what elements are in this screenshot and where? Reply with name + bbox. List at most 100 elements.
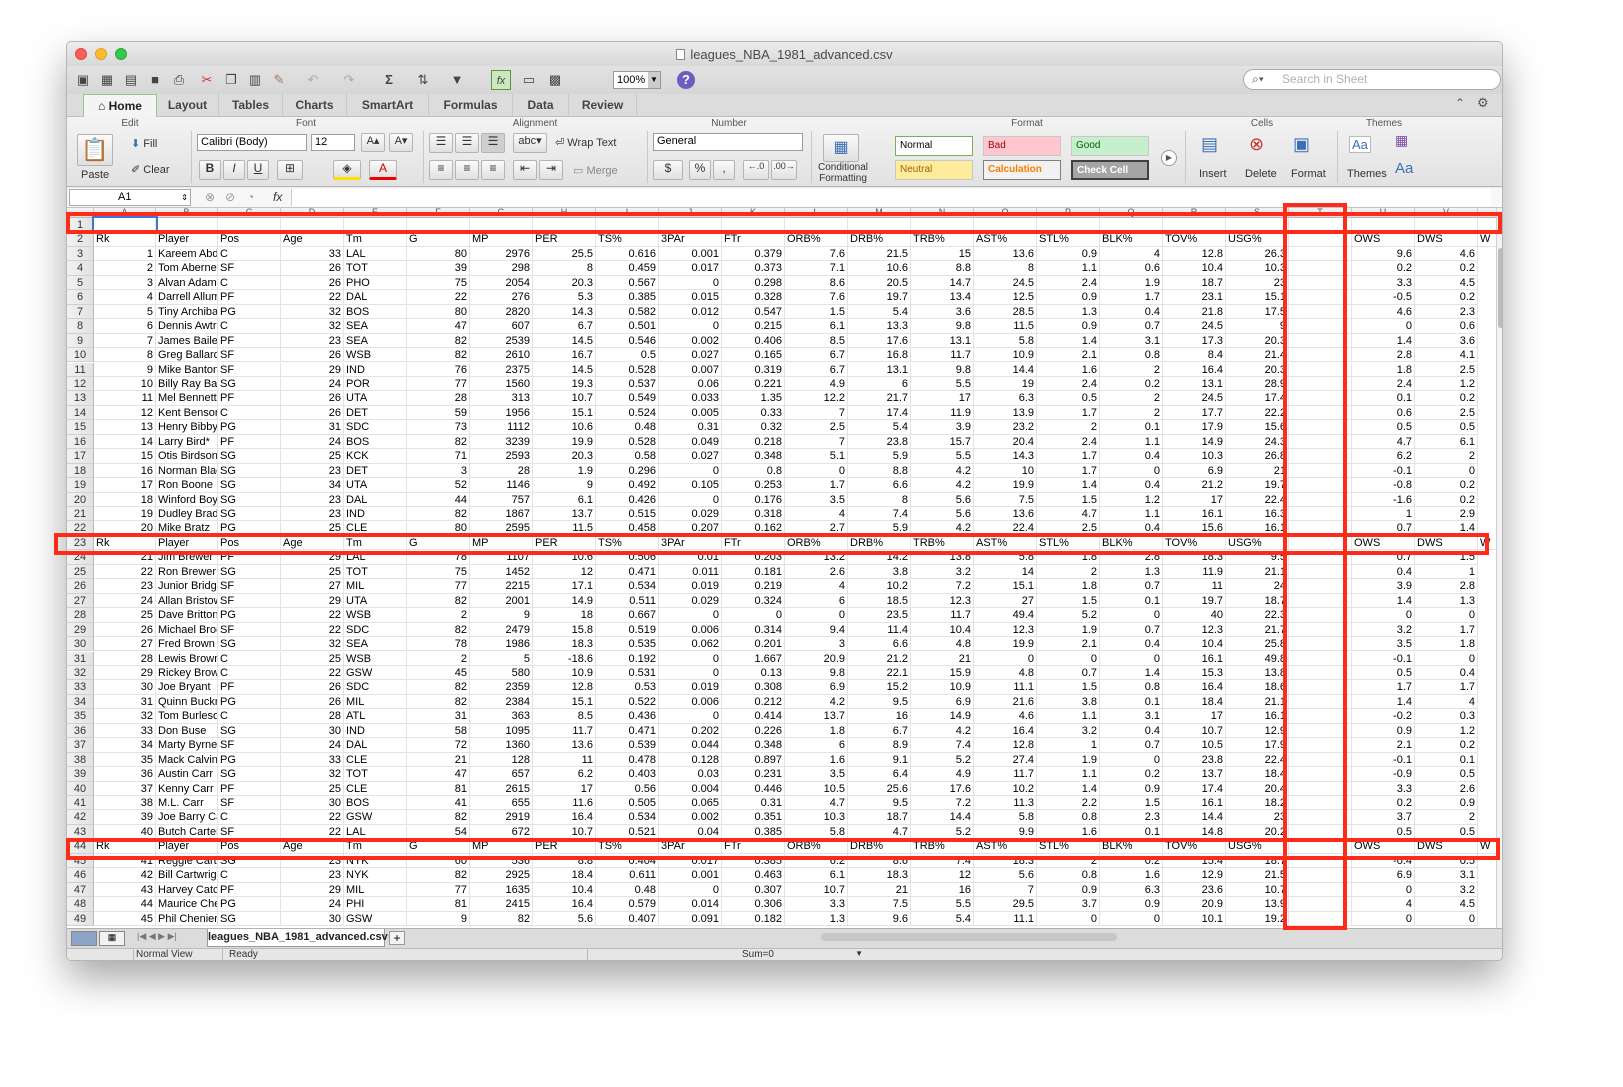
grid-cell[interactable]: 34 — [281, 478, 344, 493]
grid-cell[interactable]: 8.4 — [1163, 348, 1226, 363]
grid-cell[interactable]: 77 — [407, 579, 470, 594]
grid-cell[interactable] — [1289, 376, 1352, 392]
redo-icon[interactable]: ↷ — [339, 70, 359, 90]
grid-cell[interactable]: Don Buse — [156, 723, 218, 739]
header-cell[interactable]: USG% — [1226, 232, 1289, 247]
grid-cell[interactable]: 15.6 — [1163, 521, 1226, 536]
grid-cell[interactable]: PG — [218, 752, 281, 768]
grid-cell[interactable]: 15.4 — [1163, 853, 1226, 869]
grid-cell[interactable]: 0.4 — [1100, 521, 1163, 536]
grid-cell[interactable]: 10.4 — [1163, 637, 1226, 652]
grid-cell[interactable]: 0.319 — [722, 362, 785, 377]
grid-cell[interactable]: 6.9 — [1352, 868, 1415, 883]
borders-icon[interactable]: ⊞ — [277, 160, 303, 180]
grid-cell[interactable]: 13 — [94, 420, 156, 435]
grid-cell[interactable]: 3.7 — [1037, 897, 1100, 912]
grid-cell[interactable]: 25.8 — [1226, 637, 1289, 652]
grid-cell[interactable]: Rickey Brown — [156, 665, 218, 681]
grid-cell[interactable]: BOS — [344, 434, 407, 450]
row-header[interactable]: 24 — [67, 550, 94, 565]
grid-cell[interactable]: 3 — [407, 463, 470, 479]
grid-cell[interactable] — [1289, 738, 1352, 753]
grid-cell[interactable]: 0.1 — [1415, 752, 1478, 768]
grid-cell[interactable]: 21 — [848, 882, 911, 898]
grid-cell[interactable]: 0.4 — [1100, 449, 1163, 464]
grid-cell[interactable]: 14.3 — [974, 449, 1037, 464]
grid-cell[interactable]: 14.9 — [533, 593, 596, 609]
grid-cell[interactable]: 4.1 — [1415, 348, 1478, 363]
header-cell[interactable]: STL% — [1037, 535, 1100, 551]
grid-cell[interactable]: 1.1 — [1100, 434, 1163, 450]
grid-cell[interactable]: 21.7 — [848, 391, 911, 406]
grid-cell[interactable]: 19.9 — [974, 637, 1037, 652]
grid-cell[interactable]: 12.5 — [974, 290, 1037, 305]
grid-cell[interactable]: 1.4 — [1415, 521, 1478, 536]
grid-cell[interactable]: 9 — [1226, 319, 1289, 334]
row-header[interactable]: 6 — [67, 290, 94, 305]
grid-cell[interactable]: 0.9 — [1100, 897, 1163, 912]
grid-cell[interactable]: 14.5 — [533, 362, 596, 377]
grid-cell[interactable]: 29 — [94, 665, 156, 681]
grid-cell[interactable]: DAL — [344, 290, 407, 305]
grid-cell[interactable]: 1.4 — [1100, 665, 1163, 681]
grid-cell[interactable]: LAL — [344, 550, 407, 565]
new-icon[interactable]: ▣ — [73, 70, 93, 90]
grid-cell[interactable]: 1.8 — [1352, 362, 1415, 377]
header-cell[interactable]: STL% — [1037, 232, 1100, 247]
grid-cell[interactable]: 2001 — [470, 593, 533, 609]
grid-cell[interactable] — [156, 218, 218, 233]
sum-status[interactable]: Sum=0 ▼ — [587, 949, 867, 960]
grid-cell[interactable]: 26 — [94, 622, 156, 638]
grid-cell[interactable]: -0.4 — [1352, 853, 1415, 869]
grid-cell[interactable]: 0.011 — [659, 564, 722, 580]
grid-cell[interactable]: C — [218, 709, 281, 724]
grid-cell[interactable]: 0 — [659, 463, 722, 479]
row-header[interactable]: 25 — [67, 564, 94, 580]
grid-cell[interactable]: -0.5 — [1352, 290, 1415, 305]
grid-cell[interactable]: 1867 — [470, 507, 533, 522]
grid-cell[interactable]: -0.9 — [1352, 767, 1415, 782]
grid-cell[interactable] — [1289, 507, 1352, 522]
grid-cell[interactable]: 0.48 — [596, 882, 659, 898]
grid-cell[interactable]: 47 — [407, 319, 470, 334]
grid-cell[interactable]: 81 — [407, 897, 470, 912]
grid-cell[interactable]: 0.212 — [722, 694, 785, 710]
grid-cell[interactable]: 0.027 — [659, 449, 722, 464]
grid-cell[interactable]: 0.1 — [1100, 420, 1163, 435]
grid-cell[interactable]: 1.3 — [1100, 564, 1163, 580]
style-bad[interactable]: Bad — [983, 136, 1061, 156]
grid-cell[interactable]: 0.4 — [1415, 665, 1478, 681]
row-header[interactable]: 44 — [67, 839, 94, 854]
grid-cell[interactable]: 0.524 — [596, 405, 659, 421]
grid-cell[interactable]: 16.1 — [1226, 521, 1289, 536]
grid-cell[interactable]: 11.7 — [974, 767, 1037, 782]
grid-cell[interactable]: 25 — [281, 521, 344, 536]
grid-cell[interactable]: 23 — [281, 463, 344, 479]
grid-cell[interactable]: 0.3 — [1415, 709, 1478, 724]
grid-cell[interactable]: 4 — [1415, 694, 1478, 710]
grid-cell[interactable]: Bill Cartwright — [156, 868, 218, 883]
grid-cell[interactable]: 0.017 — [659, 853, 722, 869]
grid-cell[interactable]: Dudley Bradley — [156, 507, 218, 522]
header-cell[interactable]: Rk — [94, 232, 156, 247]
grid-cell[interactable] — [596, 218, 659, 233]
style-calculation[interactable]: Calculation — [983, 160, 1061, 180]
grid-cell[interactable]: 0 — [785, 463, 848, 479]
grid-cell[interactable]: 34 — [94, 738, 156, 753]
grid-cell[interactable]: 580 — [470, 665, 533, 681]
grid-cell[interactable]: SF — [218, 348, 281, 363]
grid-cell[interactable]: 24 — [281, 434, 344, 450]
grid-cell[interactable]: 12.9 — [1226, 723, 1289, 739]
grid-cell[interactable]: 1.7 — [1037, 405, 1100, 421]
grid-cell[interactable]: 0.4 — [1352, 564, 1415, 580]
conditional-formatting-button[interactable]: Conditional Formatting — [813, 162, 873, 184]
grid-cell[interactable]: 1.6 — [785, 752, 848, 768]
grid-cell[interactable]: 6.9 — [1163, 463, 1226, 479]
grid-cell[interactable]: 4.5 — [1415, 275, 1478, 291]
grid-cell[interactable]: 2479 — [470, 622, 533, 638]
grid-cell[interactable] — [470, 218, 533, 233]
grid-cell[interactable]: 15.9 — [911, 665, 974, 681]
grid-cell[interactable]: 0.385 — [722, 853, 785, 869]
header-cell[interactable]: USG% — [1226, 535, 1289, 551]
grid-cell[interactable]: 0.308 — [722, 680, 785, 695]
